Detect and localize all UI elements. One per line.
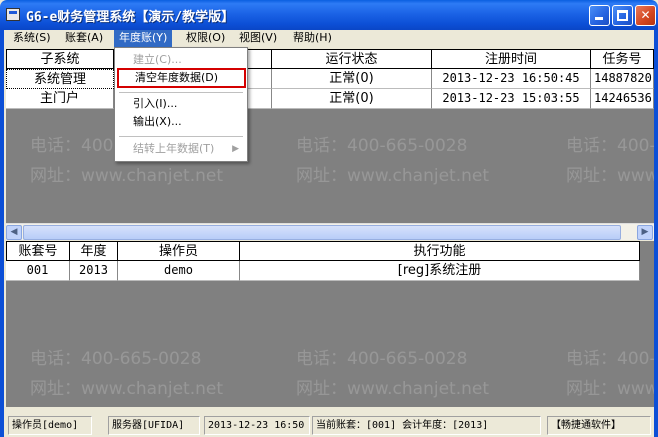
- menu-fiscal-year[interactable]: 年度账(Y): [114, 30, 173, 48]
- column-header-year[interactable]: 年度: [70, 241, 118, 261]
- scroll-thumb[interactable]: [23, 225, 621, 240]
- table-row[interactable]: 系统管理 正常(0) 2013-12-23 16:50:45 14887820: [6, 69, 654, 89]
- cell-status: 正常(0): [272, 69, 432, 89]
- cell-subsystem: 系统管理: [6, 69, 114, 89]
- status-bar: 操作员[demo] 服务器[UFIDA] 2013-12-23 16:50 当前…: [4, 411, 654, 437]
- menu-separator: [119, 136, 243, 137]
- column-header-operator[interactable]: 操作员: [118, 241, 240, 261]
- menu-view[interactable]: 视图(V): [234, 30, 282, 48]
- window-border-right: [654, 30, 658, 437]
- submenu-arrow-icon: ▶: [232, 144, 239, 154]
- column-header-account-no[interactable]: 账套号: [6, 241, 70, 261]
- menu-item-label: 结转上年数据(T): [133, 142, 215, 155]
- window-border-left: [0, 30, 4, 437]
- status-server: 服务器[UFIDA]: [108, 416, 200, 435]
- cell-subsystem: 主门户: [6, 89, 114, 109]
- scroll-right-button[interactable]: ▶: [637, 225, 653, 240]
- menu-item-export[interactable]: 输出(X)...: [115, 112, 247, 132]
- window-title: G6-e财务管理系统【演示/教学版】: [26, 10, 235, 25]
- status-datetime: 2013-12-23 16:50: [204, 416, 310, 435]
- menu-item-clear-year-data[interactable]: 清空年度数据(D): [117, 68, 246, 88]
- status-current-account: 当前账套：[001] 会计年度：[2013]: [312, 416, 541, 435]
- column-header-task-id[interactable]: 任务号: [591, 49, 654, 69]
- cell-register-time: 2013-12-23 16:50:45: [432, 69, 591, 89]
- maximize-icon: [617, 10, 628, 21]
- horizontal-scrollbar[interactable]: ◀ ▶: [6, 223, 654, 240]
- cell-function: [reg]系统注册: [240, 261, 640, 281]
- cell-year: 2013: [70, 261, 118, 281]
- cell-operator: demo: [118, 261, 240, 281]
- cell-task-id: 14246536: [591, 89, 654, 109]
- minimize-button[interactable]: [589, 5, 610, 26]
- scroll-left-button[interactable]: ◀: [6, 225, 22, 240]
- status-operator: 操作员[demo]: [8, 416, 92, 435]
- cell-account-no: 001: [6, 261, 70, 281]
- close-button[interactable]: ✕: [635, 5, 656, 26]
- table-row[interactable]: 主门户 正常(0) 2013-12-23 15:03:55 14246536: [6, 89, 654, 109]
- table-header: 子系统 站点 运行状态 注册时间 任务号: [6, 49, 654, 69]
- app-icon[interactable]: [6, 8, 20, 21]
- cell-task-id: 14887820: [591, 69, 654, 89]
- table-row[interactable]: 001 2013 demo [reg]系统注册: [6, 261, 654, 281]
- menu-help[interactable]: 帮助(H): [288, 30, 337, 48]
- table-header: 账套号 年度 操作员 执行功能: [6, 241, 654, 261]
- menu-item-import[interactable]: 引入(I)...: [115, 94, 247, 114]
- arrow-right-icon: ▶: [641, 227, 649, 237]
- status-brand: 【畅捷通软件】: [547, 416, 651, 435]
- menu-item-carry-forward[interactable]: 结转上年数据(T) ▶: [115, 139, 247, 159]
- fiscal-year-dropdown: 建立(C)... 清空年度数据(D) 引入(I)... 输出(X)... 结转上…: [114, 47, 248, 162]
- subsystem-table[interactable]: 子系统 站点 运行状态 注册时间 任务号 系统管理 正常(0) 2013-12-…: [6, 49, 654, 223]
- arrow-left-icon: ◀: [10, 227, 18, 237]
- menu-bar: 系统(S) 账套(A) 年度账(Y) 权限(O) 视图(V) 帮助(H): [4, 30, 654, 48]
- column-header-function[interactable]: 执行功能: [240, 241, 640, 261]
- menu-permissions[interactable]: 权限(O): [181, 30, 230, 48]
- menu-account-set[interactable]: 账套(A): [60, 30, 108, 48]
- maximize-button[interactable]: [612, 5, 633, 26]
- column-header-register-time[interactable]: 注册时间: [432, 49, 591, 69]
- menu-separator: [119, 92, 243, 93]
- cell-status: 正常(0): [272, 89, 432, 109]
- column-header-status[interactable]: 运行状态: [272, 49, 432, 69]
- column-header-subsystem[interactable]: 子系统: [6, 49, 114, 69]
- menu-item-create[interactable]: 建立(C)...: [115, 50, 247, 70]
- title-bar[interactable]: G6-e财务管理系统【演示/教学版】 ✕: [0, 0, 658, 30]
- close-icon: ✕: [640, 8, 651, 22]
- operation-log-table[interactable]: 账套号 年度 操作员 执行功能 001 2013 demo [reg]系统注册: [6, 241, 654, 407]
- minimize-icon: [595, 17, 603, 20]
- cell-register-time: 2013-12-23 15:03:55: [432, 89, 591, 109]
- menu-system[interactable]: 系统(S): [8, 30, 56, 48]
